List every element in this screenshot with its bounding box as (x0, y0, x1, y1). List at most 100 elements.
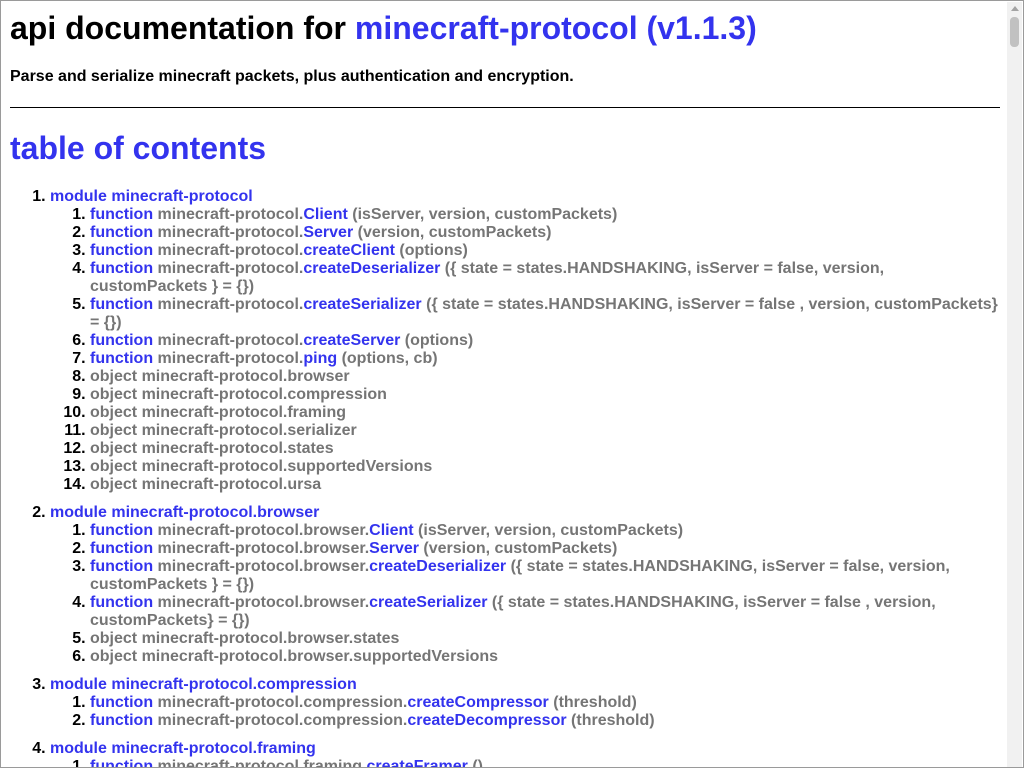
qualified-path: minecraft-protocol. (157, 350, 304, 367)
toc-item[interactable]: function minecraft-protocol.createDeseri… (90, 260, 1000, 296)
toc-module: module minecraft-protocolfunction minecr… (50, 188, 1000, 494)
qualified-path: minecraft-protocol.compression. (157, 712, 408, 729)
function-keyword: function (90, 758, 154, 768)
function-name-link[interactable]: Client (369, 522, 413, 539)
module-link[interactable]: module minecraft-protocol (50, 188, 253, 205)
module-item-list: function minecraft-protocol.compression.… (50, 694, 1000, 730)
toc-item[interactable]: object minecraft-protocol.serializer (90, 422, 1000, 440)
function-name-link[interactable]: createSerializer (303, 296, 421, 313)
function-args: (options) (404, 332, 474, 349)
qualified-path: minecraft-protocol.browser. (157, 522, 370, 539)
qualified-path: minecraft-protocol. (157, 224, 304, 241)
function-args: (options, cb) (341, 350, 438, 367)
module-link[interactable]: module minecraft-protocol.framing (50, 740, 316, 757)
function-name-link[interactable]: Server (303, 224, 353, 241)
toc-item[interactable]: object minecraft-protocol.browser.states (90, 630, 1000, 648)
scroll-up-arrow-icon[interactable] (1011, 6, 1019, 11)
toc-item[interactable]: function minecraft-protocol.Client (isSe… (90, 206, 1000, 224)
qualified-path: minecraft-protocol. (157, 242, 304, 259)
qualified-path: minecraft-protocol.browser. (157, 558, 370, 575)
toc-item[interactable]: function minecraft-protocol.framing.crea… (90, 758, 1000, 768)
qualified-path: minecraft-protocol.framing. (157, 758, 367, 768)
qualified-path: minecraft-protocol.browser. (157, 540, 370, 557)
toc-item[interactable]: object minecraft-protocol.browser (90, 368, 1000, 386)
toc-item[interactable]: function minecraft-protocol.createServer… (90, 332, 1000, 350)
function-args: (options) (399, 242, 468, 259)
object-entry: object minecraft-protocol.framing (90, 404, 347, 421)
module-item-list: function minecraft-protocol.framing.crea… (50, 758, 1000, 768)
function-name-link[interactable]: createDeserializer (303, 260, 440, 277)
function-args: (version, customPackets) (423, 540, 618, 557)
toc-item[interactable]: object minecraft-protocol.framing (90, 404, 1000, 422)
function-keyword: function (90, 558, 154, 575)
qualified-path: minecraft-protocol. (157, 332, 304, 349)
toc-item[interactable]: function minecraft-protocol.createClient… (90, 242, 1000, 260)
toc-module: module minecraft-protocol.compressionfun… (50, 676, 1000, 730)
page-title: api documentation for minecraft-protocol… (10, 9, 757, 47)
toc-heading: table of contents (10, 130, 267, 166)
toc-item[interactable]: function minecraft-protocol.compression.… (90, 694, 1000, 712)
toc-item[interactable]: function minecraft-protocol.browser.crea… (90, 558, 1000, 594)
function-args: () (472, 758, 483, 768)
qualified-path: minecraft-protocol. (157, 260, 304, 277)
function-keyword: function (90, 296, 154, 313)
toc-module: module minecraft-protocol.framingfunctio… (50, 740, 1000, 768)
function-keyword: function (90, 712, 154, 729)
package-link[interactable]: minecraft-protocol (v1.1.3) (355, 10, 757, 46)
function-keyword: function (90, 260, 154, 277)
toc-item[interactable]: function minecraft-protocol.browser.Serv… (90, 540, 1000, 558)
object-entry: object minecraft-protocol.browser.suppor… (90, 648, 499, 665)
divider (10, 107, 1000, 108)
function-name-link[interactable]: Server (369, 540, 419, 557)
object-entry: object minecraft-protocol.compression (90, 386, 387, 403)
module-item-list: function minecraft-protocol.Client (isSe… (50, 206, 1000, 494)
function-args: (version, customPackets) (357, 224, 552, 241)
vertical-scrollbar[interactable] (1007, 2, 1022, 767)
package-description: Parse and serialize minecraft packets, p… (10, 68, 574, 85)
toc-item[interactable]: function minecraft-protocol.compression.… (90, 712, 1000, 730)
function-name-link[interactable]: createClient (303, 242, 395, 259)
function-name-link[interactable]: createDeserializer (369, 558, 506, 575)
toc-item[interactable]: object minecraft-protocol.compression (90, 386, 1000, 404)
function-name-link[interactable]: ping (303, 350, 337, 367)
function-keyword: function (90, 242, 154, 259)
function-name-link[interactable]: Client (303, 206, 347, 223)
function-keyword: function (90, 594, 154, 611)
scroll-thumb[interactable] (1010, 17, 1019, 47)
qualified-path: minecraft-protocol.browser. (157, 594, 370, 611)
function-args: (isServer, version, customPackets) (418, 522, 684, 539)
function-name-link[interactable]: createFramer (366, 758, 467, 767)
object-entry: object minecraft-protocol.browser.states (90, 630, 400, 647)
function-args: (threshold) (571, 712, 655, 729)
function-keyword: function (90, 206, 154, 223)
function-keyword: function (90, 540, 154, 557)
toc-item[interactable]: function minecraft-protocol.browser.crea… (90, 594, 1000, 630)
module-link[interactable]: module minecraft-protocol.browser (50, 504, 319, 521)
toc-module: module minecraft-protocol.browserfunctio… (50, 504, 1000, 666)
object-entry: object minecraft-protocol.serializer (90, 422, 357, 439)
function-keyword: function (90, 332, 154, 349)
toc-item[interactable]: object minecraft-protocol.ursa (90, 476, 1000, 494)
module-item-list: function minecraft-protocol.browser.Clie… (50, 522, 1000, 666)
toc-item[interactable]: function minecraft-protocol.createSerial… (90, 296, 1000, 332)
function-name-link[interactable]: createSerializer (369, 594, 487, 611)
toc-item[interactable]: function minecraft-protocol.Server (vers… (90, 224, 1000, 242)
toc-item[interactable]: object minecraft-protocol.supportedVersi… (90, 458, 1000, 476)
toc-item[interactable]: object minecraft-protocol.browser.suppor… (90, 648, 1000, 666)
function-keyword: function (90, 224, 154, 241)
toc-item[interactable]: function minecraft-protocol.browser.Clie… (90, 522, 1000, 540)
function-name-link[interactable]: createDecompressor (407, 712, 566, 729)
qualified-path: minecraft-protocol. (157, 206, 304, 223)
function-name-link[interactable]: createCompressor (407, 694, 548, 711)
toc-item[interactable]: function minecraft-protocol.ping (option… (90, 350, 1000, 368)
title-prefix: api documentation for (10, 10, 355, 46)
toc-item[interactable]: object minecraft-protocol.states (90, 440, 1000, 458)
qualified-path: minecraft-protocol. (157, 296, 304, 313)
function-args: (threshold) (553, 694, 637, 711)
page-frame: api documentation for minecraft-protocol… (0, 0, 1024, 768)
object-entry: object minecraft-protocol.browser (90, 368, 350, 385)
object-entry: object minecraft-protocol.states (90, 440, 334, 457)
module-link[interactable]: module minecraft-protocol.compression (50, 676, 357, 693)
function-name-link[interactable]: createServer (303, 332, 400, 349)
function-keyword: function (90, 522, 154, 539)
